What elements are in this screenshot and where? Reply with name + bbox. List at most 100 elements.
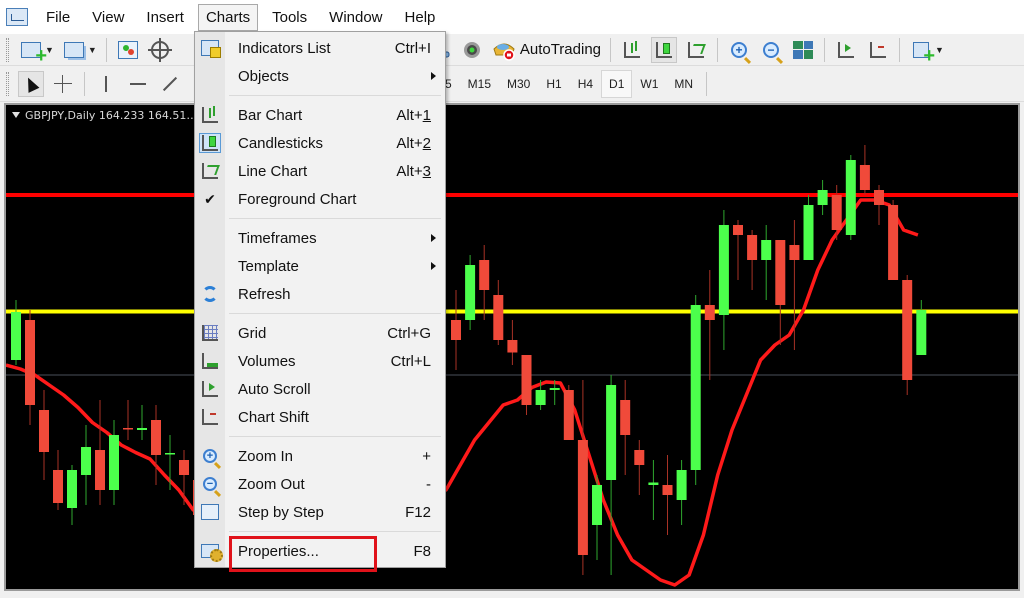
menu-separator (229, 531, 441, 532)
vps-button[interactable] (459, 37, 485, 63)
menu-item-chart-shift[interactable]: Chart Shift (195, 403, 445, 431)
crosshair-target-icon (147, 37, 172, 62)
menu-item-label: Volumes (238, 352, 296, 370)
bullish-candle (718, 225, 729, 315)
autotrading-button[interactable]: AutoTrading (492, 39, 601, 61)
toolbar-separator (706, 71, 708, 96)
candlesticks-icon (656, 41, 673, 58)
profiles-dropdown-icon[interactable]: ▼ (88, 45, 97, 55)
timeframe-w1[interactable]: W1 (632, 70, 666, 98)
menu-item-indicators-list[interactable]: Indicators List Ctrl+I (195, 34, 445, 62)
menu-item-label: Indicators List (238, 39, 331, 57)
menu-item-zoom-out[interactable]: − Zoom Out - (195, 470, 445, 498)
auto-scroll-button[interactable] (833, 37, 859, 63)
timeframe-m30[interactable]: M30 (499, 70, 538, 98)
candlesticks-icon (199, 133, 221, 153)
bearish-candle (747, 235, 758, 260)
menu-item-shortcut: Ctrl+I (394, 39, 431, 57)
menu-file[interactable]: File (38, 4, 78, 31)
menu-item-label: Bar Chart (238, 106, 303, 124)
candlesticks-button[interactable] (651, 36, 678, 63)
menu-insert[interactable]: Insert (138, 4, 192, 31)
candlestick-chart[interactable] (6, 105, 1018, 589)
menu-item-shortcut: Alt+3 (396, 162, 431, 180)
toolbar-separator (105, 37, 107, 62)
menu-item-label: Grid (238, 324, 267, 342)
menu-item-bar-chart[interactable]: Bar Chart Alt+1 (195, 101, 445, 129)
chart-header-triangle-icon[interactable] (12, 112, 20, 118)
toolbar-grip[interactable] (6, 37, 9, 62)
bullish-candle (165, 453, 175, 455)
menu-charts[interactable]: Charts (197, 3, 259, 31)
timeframe-m15[interactable]: M15 (460, 70, 499, 98)
menu-item-label: Template (238, 257, 299, 275)
data-window-button[interactable] (147, 37, 173, 63)
menu-item-shortcut: Ctrl+G (387, 324, 431, 342)
toolbar-separator (84, 71, 85, 96)
menu-tools[interactable]: Tools (264, 4, 315, 31)
bar-chart-icon (624, 41, 641, 58)
bullish-candle (761, 240, 772, 260)
timeframe-mn[interactable]: MN (666, 70, 701, 98)
timeframe-h1[interactable]: H1 (538, 70, 569, 98)
chart-window[interactable]: GBPJPY,Daily 164.233 164.51… (4, 103, 1020, 591)
chart-symbol-header: GBPJPY,Daily 164.233 164.51… (12, 109, 197, 122)
bullish-candle (81, 447, 91, 475)
menu-view[interactable]: View (84, 4, 132, 31)
market-watch-button[interactable] (115, 37, 141, 63)
zoom-out-button[interactable]: − (758, 37, 784, 63)
menu-item-properties[interactable]: Properties... F8 (195, 537, 445, 565)
menu-item-volumes[interactable]: Volumes Ctrl+L (195, 347, 445, 375)
bullish-candle (916, 310, 927, 355)
timeframe-d1[interactable]: D1 (601, 69, 633, 98)
bar-chart-button[interactable] (619, 37, 645, 63)
bullish-candle (465, 265, 476, 320)
grid-icon (199, 323, 221, 343)
bullish-candle (817, 190, 828, 205)
menu-item-timeframes[interactable]: Timeframes (195, 224, 445, 252)
menu-item-auto-scroll[interactable]: Auto Scroll (195, 375, 445, 403)
menu-item-grid[interactable]: Grid Ctrl+G (195, 319, 445, 347)
metatrader-window: File View Insert Charts Tools Window Hel… (0, 0, 1024, 598)
line-chart-icon (688, 41, 705, 58)
tile-windows-button[interactable] (790, 37, 816, 63)
trendline-button[interactable] (157, 71, 183, 97)
chart-shift-button[interactable] (865, 37, 891, 63)
indicators-button[interactable] (908, 37, 935, 66)
trendline-icon (162, 76, 178, 91)
menu-item-step-by-step[interactable]: Step by Step F12 (195, 498, 445, 526)
refresh-icon (199, 284, 221, 304)
menu-window[interactable]: Window (321, 4, 390, 31)
bearish-candle (620, 400, 631, 435)
menu-item-objects[interactable]: Objects (195, 62, 445, 90)
toolbar-grip[interactable] (6, 71, 9, 96)
bearish-candle (888, 205, 899, 280)
zoom-in-button[interactable]: + (726, 37, 752, 63)
submenu-arrow-icon (431, 262, 436, 270)
crosshair-button[interactable] (50, 71, 76, 97)
menu-item-foreground-chart[interactable]: ✔ Foreground Chart (195, 185, 445, 213)
cursor-button[interactable] (18, 70, 44, 97)
menu-item-template[interactable]: Template (195, 252, 445, 280)
menu-item-candlesticks[interactable]: Candlesticks Alt+2 (195, 129, 445, 157)
menu-help[interactable]: Help (397, 4, 444, 31)
bullish-candle (11, 312, 21, 360)
profiles-button[interactable] (61, 37, 87, 63)
menu-item-zoom-in[interactable]: + Zoom In + (195, 442, 445, 470)
bearish-candle (451, 320, 461, 340)
menu-bar: File View Insert Charts Tools Window Hel… (0, 0, 1024, 34)
vertical-line-button[interactable] (93, 71, 119, 97)
indicators-dropdown-icon[interactable]: ▼ (935, 45, 944, 55)
line-chart-button[interactable] (683, 37, 709, 63)
toolbar-separator (610, 37, 612, 62)
bullish-candle (137, 428, 147, 430)
menu-item-refresh[interactable]: Refresh (195, 280, 445, 308)
standard-toolbar: ▼ ▼ AutoTrading + − (0, 34, 1024, 66)
menu-item-line-chart[interactable]: Line Chart Alt+3 (195, 157, 445, 185)
menu-separator (229, 218, 441, 219)
timeframe-h4[interactable]: H4 (570, 70, 601, 98)
profiles-icon (63, 41, 84, 58)
bullish-candle (606, 385, 617, 480)
horizontal-line-button[interactable] (125, 71, 151, 97)
new-chart-button[interactable] (18, 37, 47, 66)
